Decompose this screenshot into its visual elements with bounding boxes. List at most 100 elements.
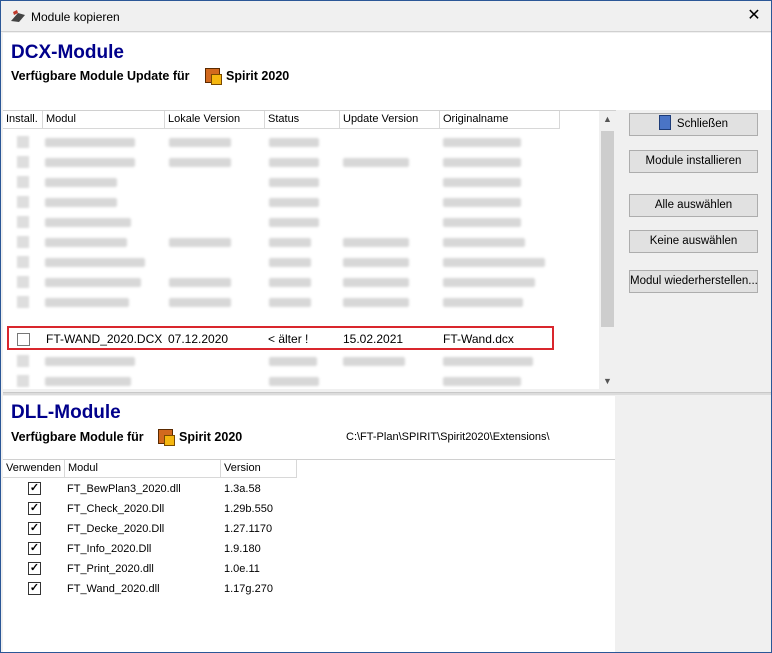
col-status[interactable]: Status xyxy=(265,111,340,129)
row-lokale-version: 07.12.2020 xyxy=(168,332,229,346)
col-dll-modul[interactable]: Modul xyxy=(65,460,221,478)
obscured-cell xyxy=(169,278,231,287)
dcx-header-panel: DCX-Module Verfügbare Module Update für … xyxy=(3,33,771,110)
obscured-cell xyxy=(45,258,145,267)
obscured-cell xyxy=(443,178,521,187)
dll-use-checkbox[interactable]: ✓ xyxy=(28,542,41,555)
obscured-checkbox xyxy=(17,236,29,248)
dll-use-checkbox[interactable]: ✓ xyxy=(28,562,41,575)
close-button-label: Schließen xyxy=(676,118,729,130)
col-originalname[interactable]: Originalname xyxy=(440,111,560,129)
obscured-cell xyxy=(443,198,521,207)
row-update-version: 15.02.2021 xyxy=(343,332,404,346)
dll-modul: FT_Info_2020.Dll xyxy=(67,543,152,555)
door-exit-icon xyxy=(658,115,671,131)
col-update-version[interactable]: Update Version xyxy=(340,111,440,129)
row-originalname: FT-Wand.dcx xyxy=(443,332,514,346)
obscured-checkbox xyxy=(17,276,29,288)
col-modul[interactable]: Modul xyxy=(43,111,165,129)
obscured-cell xyxy=(45,218,131,227)
dcx-scrollbar[interactable]: ▲ ▼ xyxy=(599,111,616,390)
obscured-cell xyxy=(443,238,525,247)
dll-subheading: Verfügbare Module für xyxy=(11,430,144,444)
obscured-cell xyxy=(343,278,409,287)
obscured-cell xyxy=(169,238,231,247)
obscured-cell xyxy=(269,158,319,167)
dll-modul: FT_Wand_2020.dll xyxy=(67,583,160,595)
dll-modul: FT_BewPlan3_2020.dll xyxy=(67,483,181,495)
obscured-cell xyxy=(45,138,135,147)
dll-use-checkbox[interactable]: ✓ xyxy=(28,582,41,595)
obscured-cell xyxy=(169,158,231,167)
obscured-cell xyxy=(269,298,311,307)
obscured-cell xyxy=(45,278,141,287)
dcx-subheading: Verfügbare Module Update für xyxy=(11,69,190,83)
spirit-product-icon xyxy=(205,68,222,85)
obscured-cell xyxy=(45,158,135,167)
obscured-checkbox xyxy=(17,355,29,367)
obscured-cell xyxy=(443,357,533,366)
obscured-cell xyxy=(169,138,231,147)
dll-header-panel: DLL-Module Verfügbare Module für Spirit … xyxy=(3,396,615,459)
dll-use-checkbox[interactable]: ✓ xyxy=(28,522,41,535)
extensions-path: C:\FT-Plan\SPIRIT\Spirit2020\Extensions\ xyxy=(346,431,550,443)
obscured-cell xyxy=(269,138,319,147)
obscured-cell xyxy=(443,138,521,147)
row-install-checkbox[interactable] xyxy=(17,333,30,346)
obscured-checkbox xyxy=(17,375,29,387)
panel-divider[interactable] xyxy=(3,392,771,395)
obscured-cell xyxy=(269,377,319,386)
dll-use-checkbox[interactable]: ✓ xyxy=(28,482,41,495)
scroll-up-icon[interactable]: ▲ xyxy=(599,111,616,128)
obscured-cell xyxy=(443,278,535,287)
dll-modul: FT_Check_2020.Dll xyxy=(67,503,165,515)
dcx-heading: DCX-Module xyxy=(11,42,124,63)
window-title: Module kopieren xyxy=(31,10,120,24)
obscured-cell xyxy=(45,377,131,386)
obscured-cell xyxy=(343,258,409,267)
obscured-cell xyxy=(343,158,409,167)
dcx-product-name: Spirit 2020 xyxy=(226,69,290,83)
col-verwenden[interactable]: Verwenden xyxy=(3,460,65,478)
dll-version: 1.17g.270 xyxy=(224,583,273,595)
obscured-cell xyxy=(443,298,523,307)
close-icon[interactable]: ✕ xyxy=(737,1,771,32)
dll-version: 1.0e.11 xyxy=(224,563,260,575)
row-status: < älter ! xyxy=(268,332,309,346)
col-dll-version[interactable]: Version xyxy=(221,460,297,478)
dll-version: 1.29b.550 xyxy=(224,503,273,515)
close-button[interactable]: Schließen xyxy=(629,113,758,136)
module-kopieren-dialog: Module kopieren ✕ DCX-Module Verfügbare … xyxy=(0,0,772,653)
obscured-cell xyxy=(45,238,127,247)
scroll-thumb[interactable] xyxy=(601,131,614,327)
dll-version: 1.27.1170 xyxy=(224,523,273,535)
select-all-button[interactable]: Alle auswählen xyxy=(629,194,758,217)
obscured-checkbox xyxy=(17,196,29,208)
obscured-cell xyxy=(169,298,231,307)
obscured-cell xyxy=(269,218,319,227)
col-install[interactable]: Install. xyxy=(3,111,43,129)
obscured-cell xyxy=(443,158,521,167)
obscured-cell xyxy=(269,278,311,287)
app-icon xyxy=(11,10,25,22)
install-modules-button[interactable]: Module installieren xyxy=(629,150,758,173)
dll-modul: FT_Print_2020.dll xyxy=(67,563,154,575)
obscured-cell xyxy=(443,377,521,386)
obscured-cell xyxy=(343,298,409,307)
scroll-down-icon[interactable]: ▼ xyxy=(599,373,616,390)
col-lokale-version[interactable]: Lokale Version xyxy=(165,111,265,129)
obscured-checkbox xyxy=(17,256,29,268)
row-modul: FT-WAND_2020.DCX xyxy=(46,332,163,346)
obscured-cell xyxy=(45,298,129,307)
dll-product-name: Spirit 2020 xyxy=(179,430,243,444)
dcx-module-list[interactable]: Install. Modul Lokale Version Status Upd… xyxy=(3,110,616,390)
dll-heading: DLL-Module xyxy=(11,402,121,423)
dll-module-list[interactable]: Verwenden Modul Version ✓ FT_BewPlan3_202… xyxy=(3,459,615,652)
restore-module-button[interactable]: Modul wiederherstellen... xyxy=(629,270,758,293)
obscured-cell xyxy=(45,178,117,187)
title-bar: Module kopieren ✕ xyxy=(1,1,771,32)
select-none-button[interactable]: Keine auswählen xyxy=(629,230,758,253)
obscured-cell xyxy=(443,218,521,227)
dll-use-checkbox[interactable]: ✓ xyxy=(28,502,41,515)
obscured-cell xyxy=(269,198,319,207)
